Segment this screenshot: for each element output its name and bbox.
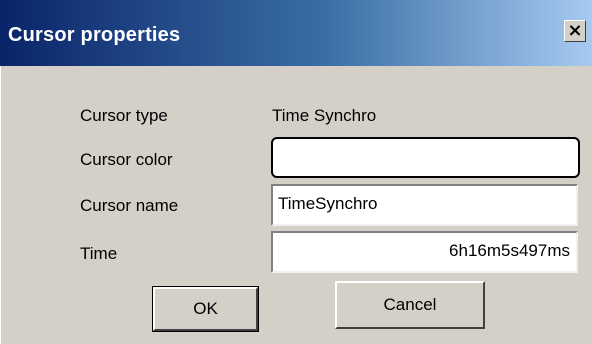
close-button[interactable]: × — [564, 20, 586, 42]
dialog-title: Cursor properties — [8, 24, 181, 46]
cursor-name-field[interactable]: TimeSynchro — [271, 184, 578, 226]
cancel-button[interactable]: Cancel — [335, 281, 485, 329]
ok-button[interactable]: OK — [152, 286, 259, 332]
cursor-color-swatch[interactable] — [271, 137, 580, 178]
time-field[interactable]: 6h16m5s497ms — [271, 231, 578, 273]
title-bar[interactable]: Cursor properties × — [0, 0, 592, 66]
cursor-type-label: Cursor type — [80, 106, 168, 125]
window-border — [0, 66, 8, 344]
close-icon: × — [567, 20, 583, 41]
cursor-type-value: Time Synchro — [272, 106, 377, 125]
cursor-name-label: Cursor name — [80, 196, 179, 215]
cursor-color-label: Cursor color — [80, 150, 173, 169]
time-label: Time — [80, 244, 118, 263]
time-value: 6h16m5s497ms — [449, 241, 570, 260]
cursor-name-value: TimeSynchro — [278, 194, 378, 213]
cursor-properties-dialog: Cursor properties × Cursor type Time Syn… — [0, 0, 592, 344]
